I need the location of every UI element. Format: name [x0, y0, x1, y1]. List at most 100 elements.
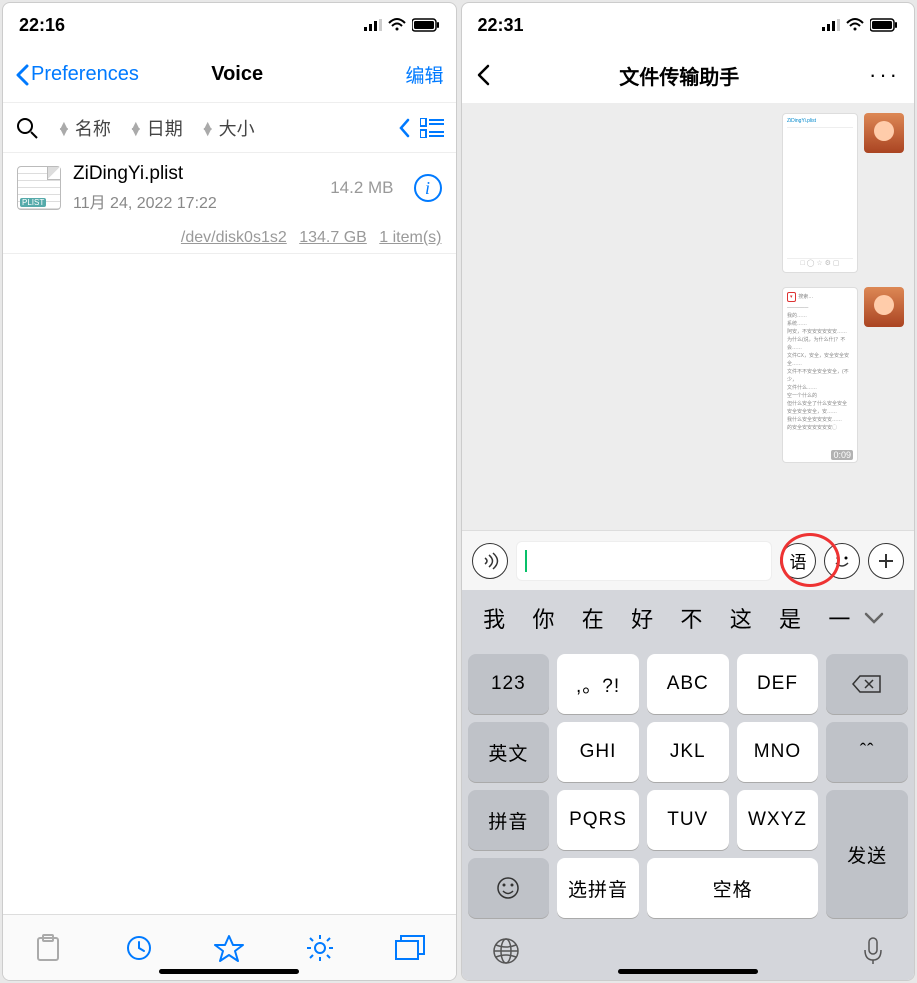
input-bar: 语	[462, 530, 915, 590]
smile-icon	[496, 876, 520, 900]
key-english[interactable]: 英文	[468, 722, 550, 782]
tab-settings[interactable]	[305, 933, 335, 963]
plist-file-icon: PLIST	[17, 166, 61, 210]
plus-icon	[876, 551, 896, 571]
suggestion[interactable]: 这	[716, 602, 765, 634]
key-tone[interactable]: ˆˆ	[826, 722, 908, 782]
phone-filza: 22:16 Preferences Voice 编辑 ▲▼名称 ▲▼日期 ▲▼大…	[2, 2, 457, 981]
text-input[interactable]	[516, 541, 773, 581]
message-2: ▾ 搜索… ──────我的……系统……阿安，不安安安安安安……为什么(说，为什…	[472, 287, 905, 463]
file-name: ZiDingYi.plist	[73, 163, 318, 185]
suggestion[interactable]: 一	[815, 602, 864, 634]
message-image[interactable]: ZiDingYi.plist □ ◯ ☆ ⚙ ▢	[782, 113, 858, 273]
file-date: 11月 24, 2022 17:22	[73, 189, 318, 213]
key-mno[interactable]: MNO	[737, 722, 819, 782]
sort-name[interactable]: ▲▼名称	[57, 115, 111, 141]
cellular-icon	[822, 19, 840, 31]
sort-date[interactable]: ▲▼日期	[129, 115, 183, 141]
cellular-icon	[364, 19, 382, 31]
view-grid-icon[interactable]	[420, 118, 444, 138]
status-bar: 22:31	[462, 3, 915, 47]
more-button[interactable]: ···	[869, 62, 900, 88]
tab-recent[interactable]	[124, 933, 154, 963]
chat-nav: 文件传输助手 ···	[462, 47, 915, 103]
home-indicator	[618, 969, 758, 974]
suggestion[interactable]: 在	[568, 602, 617, 634]
status-icons	[822, 18, 898, 32]
key-tuv[interactable]: TUV	[647, 790, 729, 850]
nav-bar: Preferences Voice 编辑	[3, 47, 456, 103]
suggestion[interactable]: 你	[519, 602, 568, 634]
message-1: ZiDingYi.plist □ ◯ ☆ ⚙ ▢	[472, 113, 905, 273]
language-button[interactable]: 语	[780, 543, 816, 579]
key-def[interactable]: DEF	[737, 654, 819, 714]
key-pinyin[interactable]: 拼音	[468, 790, 550, 850]
status-bar: 22:16	[3, 3, 456, 47]
avatar[interactable]	[864, 113, 904, 153]
key-send[interactable]: 发送	[826, 790, 908, 918]
chat-body[interactable]: ZiDingYi.plist □ ◯ ☆ ⚙ ▢ ▾ 搜索… ──────我的……	[462, 103, 915, 530]
phone-wechat: 22:31 文件传输助手 ··· ZiDingYi.plist □ ◯ ☆ ⚙ …	[461, 2, 916, 981]
key-pqrs[interactable]: PQRS	[557, 790, 639, 850]
footer-info: /dev/disk0s1s2 134.7 GB 1 item(s)	[3, 223, 456, 254]
video-duration: 0:09	[831, 450, 853, 460]
footer-space[interactable]: 134.7 GB	[299, 229, 367, 246]
message-video[interactable]: ▾ 搜索… ──────我的……系统……阿安，不安安安安安安……为什么(说，为什…	[782, 287, 858, 463]
search-icon[interactable]	[15, 116, 39, 140]
mic-button[interactable]	[862, 936, 884, 966]
footer-items[interactable]: 1 item(s)	[379, 229, 441, 246]
key-jkl[interactable]: JKL	[647, 722, 729, 782]
battery-icon	[870, 18, 898, 32]
suggestion[interactable]: 好	[617, 602, 666, 634]
caret	[525, 550, 527, 572]
key-123[interactable]: 123	[468, 654, 550, 714]
globe-icon	[492, 937, 520, 965]
expand-suggestions[interactable]	[864, 612, 906, 624]
keyboard: 123 ,。?! ABC DEF 英文 GHI JKL MNO ˆˆ 拼音 PQ…	[462, 646, 915, 922]
globe-button[interactable]	[492, 937, 520, 965]
key-abc[interactable]: ABC	[647, 654, 729, 714]
smile-icon	[831, 550, 853, 572]
battery-icon	[412, 18, 440, 32]
tab-favorites[interactable]	[214, 933, 244, 963]
home-indicator	[159, 969, 299, 974]
key-emoji[interactable]	[468, 858, 550, 918]
emoji-button[interactable]	[824, 543, 860, 579]
file-row[interactable]: PLIST ZiDingYi.plist 11月 24, 2022 17:22 …	[3, 153, 456, 223]
sort-bar: ▲▼名称 ▲▼日期 ▲▼大小	[3, 103, 456, 153]
key-ghi[interactable]: GHI	[557, 722, 639, 782]
chevron-left-icon	[476, 64, 490, 86]
key-backspace[interactable]	[826, 654, 908, 714]
key-space[interactable]: 空格	[647, 858, 818, 918]
tab-windows[interactable]	[395, 933, 425, 963]
file-size: 14.2 MB	[330, 178, 393, 198]
suggestion[interactable]: 是	[765, 602, 814, 634]
voice-button[interactable]	[472, 543, 508, 579]
back-button[interactable]	[476, 64, 490, 86]
key-punct[interactable]: ,。?!	[557, 654, 639, 714]
key-wxyz[interactable]: WXYZ	[737, 790, 819, 850]
chevron-down-icon	[864, 612, 884, 624]
footer-disk[interactable]: /dev/disk0s1s2	[181, 229, 287, 246]
status-time: 22:31	[478, 15, 524, 36]
wifi-icon	[846, 18, 864, 32]
info-button[interactable]: i	[414, 174, 442, 202]
sound-icon	[480, 551, 500, 571]
suggestion[interactable]: 我	[470, 602, 519, 634]
status-time: 22:16	[19, 15, 65, 36]
file-texts: ZiDingYi.plist 11月 24, 2022 17:22	[73, 163, 318, 213]
page-title: Voice	[69, 63, 406, 86]
keyboard-suggestions: 我 你 在 好 不 这 是 一	[462, 590, 915, 646]
backspace-icon	[852, 674, 882, 694]
chat-title: 文件传输助手	[490, 61, 870, 90]
suggestion[interactable]: 不	[667, 602, 716, 634]
avatar[interactable]	[864, 287, 904, 327]
edit-button[interactable]: 编辑	[405, 61, 443, 88]
chevron-left-icon[interactable]	[398, 118, 410, 138]
wifi-icon	[388, 18, 406, 32]
mic-icon	[862, 936, 884, 966]
sort-size[interactable]: ▲▼大小	[201, 115, 255, 141]
plus-button[interactable]	[868, 543, 904, 579]
key-select-pinyin[interactable]: 选拼音	[557, 858, 639, 918]
tab-clipboard[interactable]	[33, 933, 63, 963]
